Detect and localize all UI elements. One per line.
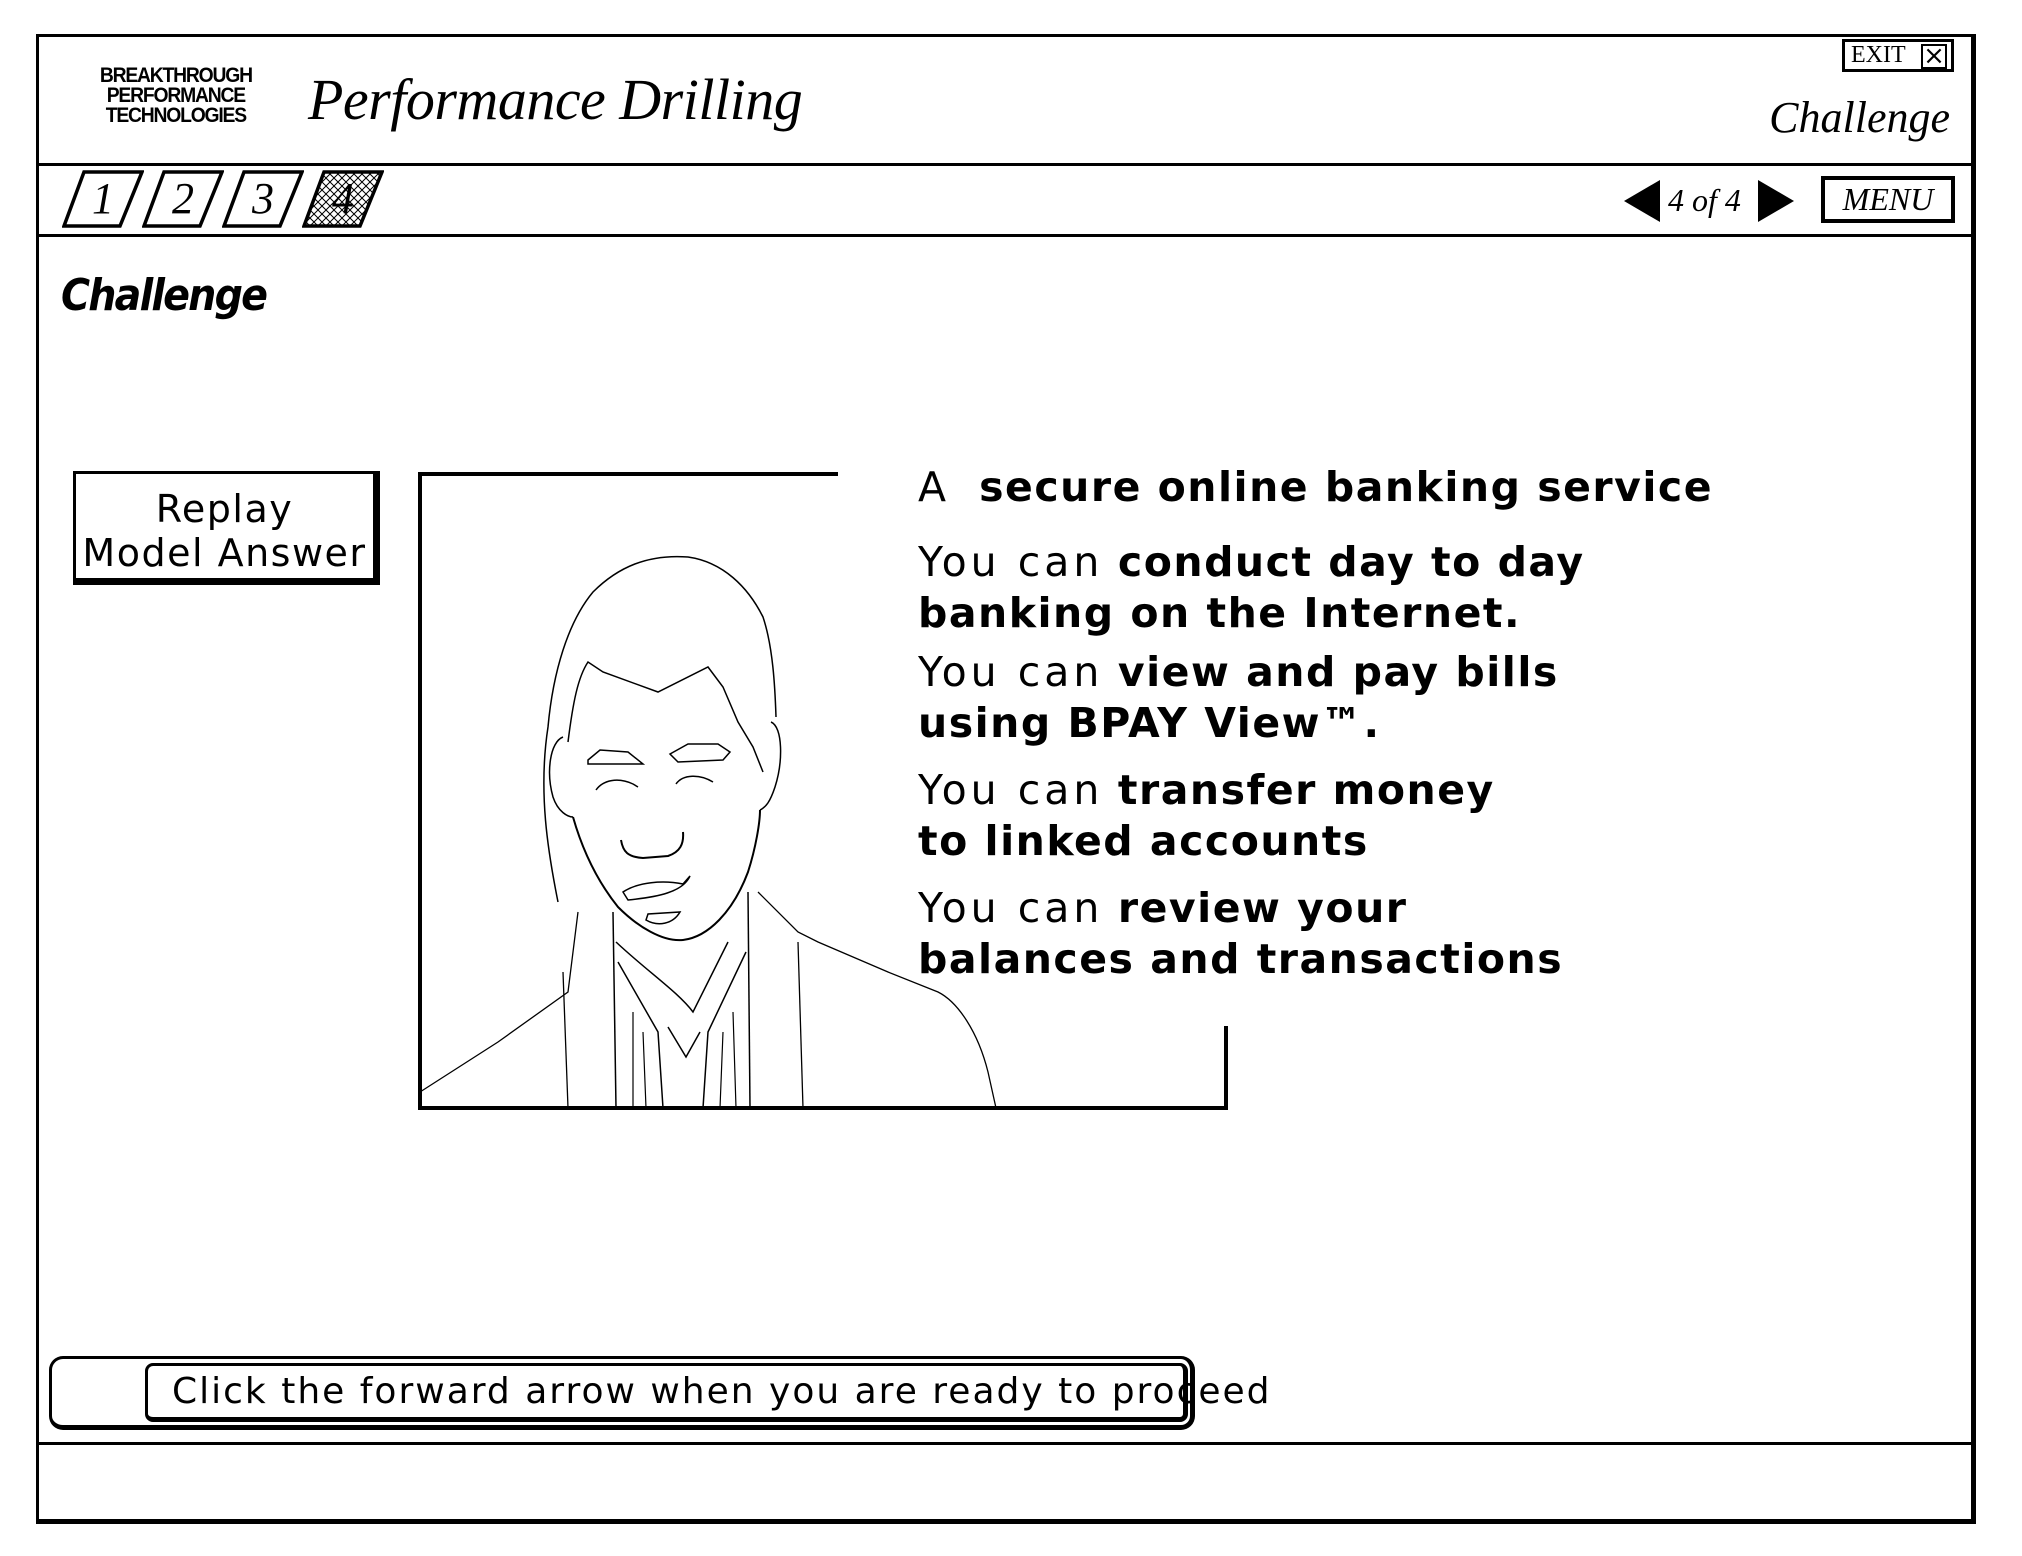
feature-item: You can review your balances and transac… [918,883,1718,985]
tab-label: 2 [172,174,194,223]
tab-label: 4 [332,174,354,223]
close-x-icon: × [1921,43,1947,69]
instruction-bar: Click the forward arrow when you are rea… [49,1356,1270,1430]
tab-label: 3 [252,174,274,223]
triangle-left-icon[interactable] [1624,180,1660,222]
app-title: Performance Drilling [308,67,803,132]
page-heading: Challenge [61,270,268,321]
item-bold: review your [1117,884,1408,932]
intro-bold: secure online banking service [979,463,1714,511]
replay-label-line1: Replay [155,487,294,531]
section-title: Challenge [1769,93,1950,142]
company-logo: BREAKTHROUGH PERFORMANCE TECHNOLOGIES [82,64,270,127]
logo-line-2: PERFORMANCE [106,84,246,107]
item-bold: view and pay bills [1117,648,1559,696]
feature-item: You can conduct day to day banking on th… [918,537,1718,639]
tab-step-3[interactable]: 3 [222,170,304,228]
intro-line: A secure online banking service [918,462,1718,513]
step-tabs: 1 2 3 4 [62,170,422,228]
feature-item: You can view and pay bills using BPAY Vi… [918,647,1718,749]
page-navigation: 4 of 4 [1624,178,1794,222]
item-prefix: You can [918,538,1104,586]
header-divider [36,163,1976,166]
logo-line-3: TECHNOLOGIES [105,104,247,127]
instruction-text: Click the forward arrow when you are rea… [145,1363,1270,1422]
replay-label-line2: Model Answer [82,531,367,575]
tabbar-divider [36,234,1976,237]
triangle-right-icon[interactable] [1758,180,1794,222]
item-bold-continued: balances and transactions [918,935,1564,983]
item-bold: transfer money [1117,766,1495,814]
tab-step-4-active[interactable]: 4 [302,170,384,228]
item-bold-continued: using BPAY View™. [918,699,1381,747]
logo-line-1: BREAKTHROUGH [99,64,253,87]
menu-button[interactable]: MENU [1821,176,1955,223]
item-bold-continued: to linked accounts [918,817,1369,865]
item-prefix: You can [918,648,1104,696]
item-bold-continued: banking on the Internet. [918,589,1522,637]
intro-prefix: A [918,463,951,511]
item-prefix: You can [918,766,1104,814]
content-text-block: A secure online banking service You can … [918,462,1718,985]
item-bold: conduct day to day [1117,538,1585,586]
footer-divider [36,1442,1976,1445]
feature-item: You can transfer money to linked account… [918,765,1718,867]
tab-step-1[interactable]: 1 [62,170,144,228]
exit-button[interactable]: EXIT × [1842,39,1954,72]
item-prefix: You can [918,884,1104,932]
tab-label: 1 [92,174,114,223]
tab-step-2[interactable]: 2 [142,170,224,228]
exit-label: EXIT [1851,42,1906,68]
replay-model-answer-button[interactable]: Replay Model Answer [73,471,380,585]
page-indicator: 4 of 4 [1668,182,1741,218]
